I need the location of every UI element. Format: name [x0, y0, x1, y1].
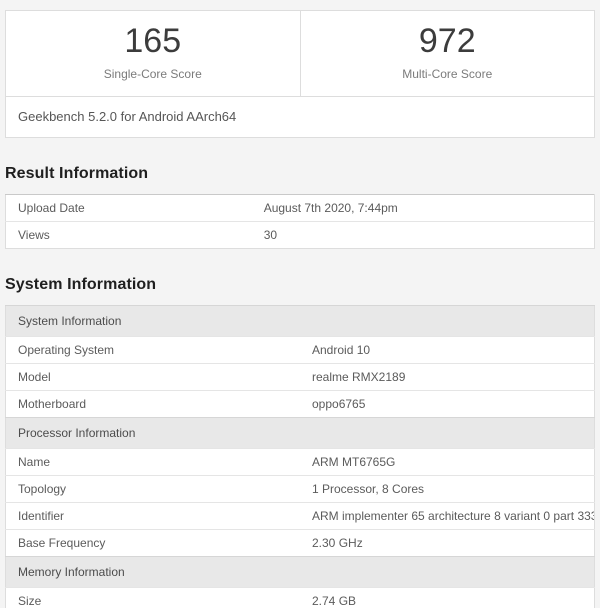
subheader-label: Memory Information — [5, 556, 595, 588]
row-label: Model — [5, 363, 300, 391]
table-row: Motherboard oppo6765 — [5, 390, 595, 418]
result-information-heading: Result Information — [5, 165, 149, 183]
row-value: 2.74 GB — [300, 587, 595, 608]
table-row: Views 30 — [5, 221, 595, 249]
row-label: Operating System — [5, 336, 300, 364]
row-value: realme RMX2189 — [300, 363, 595, 391]
single-core-score-label: Single-Core Score — [103, 67, 202, 82]
row-value: August 7th 2020, 7:44pm — [263, 201, 398, 216]
benchmark-version-note: Geekbench 5.2.0 for Android AArch64 — [6, 96, 594, 137]
row-value: 1 Processor, 8 Cores — [300, 475, 595, 503]
result-information-rows: Upload Date August 7th 2020, 7:44pm Views 3… — [5, 195, 595, 249]
subheader-label: System Information — [5, 305, 595, 337]
row-label: Base Frequency — [5, 529, 300, 557]
table-row: Topology 1 Processor, 8 Cores — [5, 475, 595, 503]
row-label: Upload Date — [18, 201, 85, 216]
geekbench-result-page: 165 Single-Core Score 972 Multi-Core Sco… — [0, 0, 600, 608]
table-row: Name ARM MT6765G — [5, 448, 595, 476]
system-information-table: System Information Operating System Androi… — [5, 305, 595, 608]
row-value: oppo6765 — [300, 390, 595, 418]
row-value: ARM MT6765G — [300, 448, 595, 476]
subheader-label: Processor Information — [5, 417, 595, 449]
table-subheader-row: Memory Information — [5, 556, 595, 588]
system-information-rows: System Information Operating System Androi… — [5, 305, 595, 608]
table-row: Size 2.74 GB — [5, 587, 595, 608]
table-row: Model realme RMX2189 — [5, 363, 595, 391]
multi-core-score-value: 972 — [418, 22, 476, 60]
table-subheader-row: System Information — [5, 305, 595, 337]
table-subheader-row: Processor Information — [5, 417, 595, 449]
row-label: Views — [5, 221, 252, 249]
multi-core-score-cell: 972 Multi-Core Score — [299, 11, 595, 97]
score-card: 165 Single-Core Score 972 Multi-Core Sco… — [5, 10, 595, 139]
row-label: Name — [5, 448, 300, 476]
system-information-heading: System Information — [5, 276, 157, 294]
row-value: ARM implementer 65 architecture 8 varian… — [300, 502, 595, 530]
single-core-score-cell: 165 Single-Core Score — [6, 11, 300, 96]
row-value: 30 — [251, 221, 595, 249]
row-value: 2.30 GHz — [300, 529, 595, 557]
row-label: Motherboard — [5, 390, 300, 418]
row-label: Identifier — [5, 502, 300, 530]
table-row: Upload Date August 7th 2020, 7:44pm — [6, 195, 595, 222]
row-label: Size — [5, 587, 300, 608]
table-row: Base Frequency 2.30 GHz — [5, 529, 595, 557]
row-label: Topology — [5, 475, 300, 503]
row-value: Android 10 — [300, 336, 595, 364]
single-core-score-value: 165 — [124, 22, 182, 60]
result-information-table: Upload Date August 7th 2020, 7:44pm Views 3… — [5, 194, 595, 250]
score-row: 165 Single-Core Score 972 Multi-Core Sco… — [6, 11, 595, 97]
multi-core-score-label: Multi-Core Score — [402, 67, 493, 82]
table-row: Identifier ARM implementer 65 architectur… — [5, 502, 595, 530]
table-row: Operating System Android 10 — [5, 336, 595, 364]
